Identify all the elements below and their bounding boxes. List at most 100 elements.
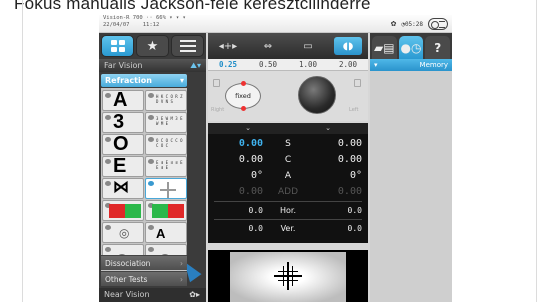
rx-row-add: 0.00 ADD 0.00 (208, 185, 368, 199)
lens-toggle-icon[interactable] (428, 18, 448, 30)
jcc-button[interactable]: ◖◗ (334, 37, 362, 55)
test-tile-red-green[interactable] (102, 200, 144, 221)
list-icon (179, 40, 196, 52)
rx-row-axis: 0° A 0° (208, 169, 368, 183)
lensmeter-tab[interactable]: ▰▤ (372, 36, 397, 59)
binocular-toggle-button[interactable]: ◂+▸ (214, 37, 242, 55)
chevron-right-icon: › (180, 275, 183, 284)
sphere-left[interactable]: 0.00 (313, 137, 368, 151)
lock-icon[interactable] (354, 79, 361, 87)
other-tests-menu[interactable]: Other Tests › (101, 271, 187, 286)
memory-header[interactable]: ▾ Memory (370, 59, 452, 71)
fixed-toggle[interactable]: fixed (225, 81, 261, 111)
list-view-tab[interactable] (171, 35, 204, 57)
prism-ver-left[interactable]: 0.0 (313, 222, 368, 236)
status-date: 22/04/07 (103, 22, 130, 28)
tile-symbol: A (156, 226, 166, 241)
memory-tabs: ▰▤ ●◷ ? (370, 33, 452, 59)
test-tile-landolt-chart[interactable]: O C O C C O C O C (145, 134, 187, 155)
chevron-down-icon: ▾ (374, 61, 378, 69)
status-controls: ✿ ◔05:28 (391, 17, 448, 31)
refraction-header[interactable]: Refraction ▾ (101, 74, 187, 87)
test-tile-digit-3[interactable]: 3 (102, 111, 144, 133)
help-icon: ? (434, 40, 442, 55)
test-tile-tumbling-e-chart[interactable]: E ∃ E ∃ ∃ E E ∃ E (145, 156, 187, 177)
prism-hor-label: Hor. (279, 206, 296, 215)
occluder-button[interactable]: ▭ (294, 37, 322, 55)
favorites-tab[interactable]: ★ (136, 35, 169, 57)
tile-chart: E ∃ E ∃ ∃ E E ∃ E (156, 160, 183, 170)
prism-hor-left[interactable]: 0.0 (313, 204, 368, 218)
bulb-icon (148, 137, 154, 142)
patient-memory-tab[interactable]: ●◷ (398, 36, 424, 59)
rx-row-cylinder: 0.00 C 0.00 (208, 153, 368, 167)
target-icon: ◎ (119, 226, 130, 240)
red-dot-top (241, 81, 246, 86)
axis-left[interactable]: 0° (313, 169, 368, 183)
test-tile-letters-chart[interactable]: H K C O R Z D V N S (145, 90, 187, 111)
chevron-right-icon: › (180, 259, 183, 268)
lock-icon[interactable] (213, 79, 220, 87)
step-200[interactable]: 2.00 (339, 60, 357, 69)
left-eye-label: Left (349, 107, 359, 113)
binocular-icon: ◂+▸ (218, 40, 238, 52)
gear-icon[interactable]: ✿ (391, 19, 396, 29)
sphere-label: S (285, 139, 291, 149)
test-tile-fixation-target[interactable]: ◎ (102, 222, 144, 243)
other-tests-label: Other Tests (105, 275, 148, 284)
grid-view-tab[interactable] (101, 35, 134, 57)
far-vision-label: Far Vision (104, 61, 143, 70)
test-grid: A H K C O R Z D V N S 3 3 E W M 3 E W M … (101, 88, 202, 283)
grid-icon (110, 40, 125, 52)
step-025[interactable]: 0.25 (219, 60, 237, 69)
rx-row-sphere: 0.00 S 0.00 (208, 137, 368, 151)
rotation-knob[interactable] (298, 76, 336, 114)
test-tile-letter-a[interactable]: A (102, 89, 144, 111)
add-left[interactable]: 0.00 (313, 185, 368, 199)
help-tab[interactable]: ? (425, 36, 451, 59)
chevron-down-icon[interactable]: ⌄ (245, 123, 251, 134)
jcc-control: Right fixed Left (208, 71, 368, 121)
tile-symbol: E (113, 155, 127, 177)
chevron-down-icon[interactable]: ⌄ (325, 123, 331, 134)
cylinder-right[interactable]: 0.00 (208, 153, 263, 167)
axis-right[interactable]: 0° (208, 169, 263, 183)
bulb-icon (105, 137, 111, 142)
near-vision-header[interactable]: Near Vision ✿▸ (99, 288, 206, 302)
test-tile-digits-chart[interactable]: 3 E W M 3 E W M E (145, 112, 187, 133)
prism-ver-right[interactable]: 0.0 (208, 222, 263, 236)
bulb-icon (105, 181, 111, 186)
bulb-icon (105, 115, 111, 120)
test-view-tabs: ★ (99, 35, 206, 57)
fixed-label: fixed (235, 92, 251, 100)
prescription-table: ⌄ ⌄ 0.00 S 0.00 0.00 C 0.00 0° A 0° 0.00… (208, 123, 368, 243)
test-tile-butterfly[interactable]: ⋈ (102, 178, 144, 199)
test-tile-cross-cylinder[interactable] (145, 178, 187, 199)
test-tile-landolt[interactable]: O (102, 133, 144, 155)
near-vision-label: Near Vision (104, 290, 150, 299)
rx-row-horizontal-prism: 0.0 Hor. 0.0 (208, 204, 368, 218)
red-green-dots-icon (152, 204, 184, 218)
cylinder-left[interactable]: 0.00 (313, 153, 368, 167)
cross-icon (160, 182, 176, 198)
pd-adjust-button[interactable]: ⇔ (254, 37, 282, 55)
step-050[interactable]: 0.50 (259, 60, 277, 69)
rx-row-vertical-prism: 0.0 Ver. 0.0 (208, 222, 368, 236)
target-preview (208, 250, 368, 302)
sphere-right[interactable]: 0.00 (208, 137, 263, 151)
test-tile-tumbling-e[interactable]: E (102, 155, 144, 177)
dissociation-menu[interactable]: Dissociation › (101, 255, 187, 270)
refraction-label: Refraction (105, 76, 152, 85)
collapse-icon: ▾ (179, 76, 184, 85)
test-tile-letter-a-boxed[interactable]: A (145, 222, 187, 243)
far-vision-header[interactable]: Far Vision ⛰▾ (99, 59, 206, 72)
prism-hor-right[interactable]: 0.0 (208, 204, 263, 218)
reading-icon: ✿▸ (189, 290, 200, 299)
add-label: ADD (277, 187, 299, 197)
divider-left (22, 0, 23, 302)
prism-ver-label: Ver. (280, 224, 296, 233)
test-tile-red-green-dots[interactable] (145, 200, 187, 221)
add-right[interactable]: 0.00 (208, 185, 263, 199)
butterfly-icon: ⋈ (113, 179, 129, 196)
step-100[interactable]: 1.00 (299, 60, 317, 69)
